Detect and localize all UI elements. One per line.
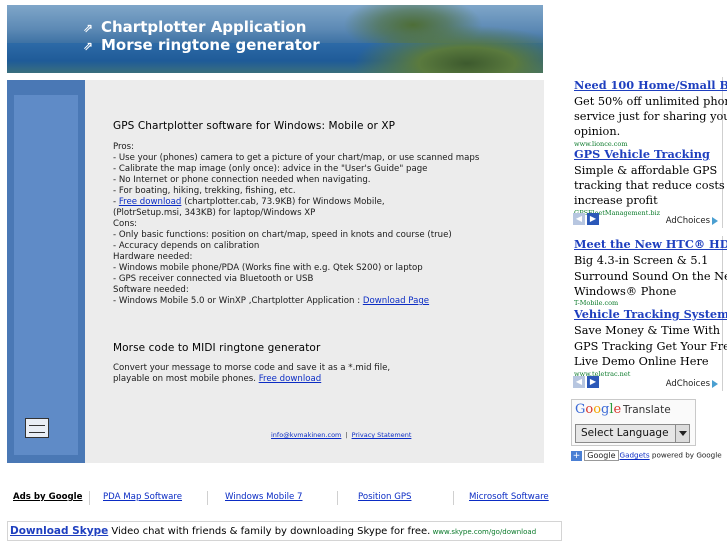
left-sidebar bbox=[7, 80, 85, 463]
ad-body: Big 4.3-in Screen & 5.1 bbox=[574, 254, 709, 267]
ad-block-2: Meet the New HTC® HD7 Big 4.3-in Screen … bbox=[571, 236, 727, 391]
ad-pager: ◀ ▶ bbox=[573, 376, 599, 388]
morse-description: Convert your message to morse code and s… bbox=[113, 363, 391, 373]
arrow-icon: ⇗ bbox=[83, 39, 94, 53]
hardware-line: - GPS receiver connected via Bluetooth o… bbox=[113, 274, 314, 284]
download-page-link[interactable]: Download Page bbox=[363, 296, 429, 306]
gps-heading: GPS Chartplotter software for Windows: M… bbox=[113, 120, 396, 132]
ad-body: tracking that reduce costs & bbox=[574, 179, 727, 192]
google-translate-widget: Google Translate Select Language bbox=[571, 399, 696, 446]
ad-pager: ◀ ▶ bbox=[573, 213, 599, 225]
ad-body: Live Demo Online Here bbox=[574, 355, 709, 368]
gadgets-link[interactable]: Gadgets bbox=[620, 451, 650, 460]
ad-title[interactable]: GPS Vehicle Tracking bbox=[574, 147, 722, 161]
google-gadgets-logo: Google bbox=[584, 450, 619, 461]
gadgets-credit: + Google Gadgets powered by Google bbox=[571, 450, 722, 461]
divider bbox=[89, 491, 90, 505]
footer-links: info@kvmakinen.com | Privacy Statement bbox=[271, 431, 411, 439]
ad-title[interactable]: Vehicle Tracking Systems bbox=[574, 307, 727, 321]
morse-heading: Morse code to MIDI ringtone generator bbox=[113, 342, 321, 354]
pro-line: - For boating, hiking, trekking, fishing… bbox=[113, 186, 296, 196]
morse-description-line2: playable on most mobile phones. Free dow… bbox=[113, 374, 322, 384]
skype-ad-title[interactable]: Download Skype bbox=[10, 525, 108, 537]
email-link[interactable]: info@kvmakinen.com bbox=[271, 431, 341, 439]
ad-block-1: Need 100 Home/Small Biz's Get 50% off un… bbox=[571, 77, 727, 228]
ad-link[interactable]: Microsoft Software bbox=[469, 492, 549, 502]
sidebar-panel bbox=[14, 95, 78, 455]
hardware-line: - Windows mobile phone/PDA (Works fine w… bbox=[113, 263, 423, 273]
divider bbox=[207, 491, 208, 505]
ad-link[interactable]: Windows Mobile 7 bbox=[225, 492, 302, 502]
google-logo: Google bbox=[575, 402, 622, 417]
prev-arrow-icon[interactable]: ◀ bbox=[573, 376, 585, 388]
skype-ad: Download Skype Video chat with friends &… bbox=[7, 521, 562, 541]
skype-ad-url[interactable]: www.skype.com/go/download bbox=[430, 528, 537, 536]
skype-ad-body: Video chat with friends & family by down… bbox=[108, 526, 431, 537]
ads-link-bar: Ads by Google PDA Map Software Windows M… bbox=[7, 491, 567, 505]
pro-line: - No Internet or phone connection needed… bbox=[113, 175, 371, 185]
ad-body: GPS Tracking Get Your Free bbox=[574, 340, 727, 353]
hardware-label: Hardware needed: bbox=[113, 252, 193, 262]
chevron-down-icon bbox=[675, 425, 689, 442]
ad-link[interactable]: Position GPS bbox=[358, 492, 412, 502]
ad-body: increase profit bbox=[574, 194, 658, 207]
software-line: - Windows Mobile 5.0 or WinXP ,Chartplot… bbox=[113, 296, 430, 306]
ad-title[interactable]: Need 100 Home/Small Biz's bbox=[574, 78, 727, 92]
adchoices-icon bbox=[712, 379, 718, 388]
free-download-link[interactable]: Free download bbox=[119, 197, 182, 207]
ad-body: Surround Sound On the New bbox=[574, 270, 727, 283]
ad-body: Simple & affordable GPS bbox=[574, 164, 718, 177]
translate-label: Translate bbox=[623, 404, 671, 416]
nav-link-chartplotter[interactable]: ⇗ Chartplotter Application bbox=[83, 18, 306, 36]
ad-body: Windows® Phone bbox=[574, 285, 677, 298]
adchoices-link[interactable]: AdChoices bbox=[666, 379, 718, 389]
pro-line: - Calibrate the map image (only once): a… bbox=[113, 164, 428, 174]
pros-label: Pros: bbox=[113, 142, 135, 152]
ad-link[interactable]: PDA Map Software bbox=[103, 492, 182, 502]
privacy-link[interactable]: Privacy Statement bbox=[352, 431, 412, 439]
plus-icon[interactable]: + bbox=[571, 450, 582, 461]
cons-label: Cons: bbox=[113, 219, 138, 229]
arrow-icon: ⇗ bbox=[83, 21, 94, 35]
con-line: - Only basic functions: position on char… bbox=[113, 230, 452, 240]
adchoices-link[interactable]: AdChoices bbox=[666, 216, 718, 226]
software-label: Software needed: bbox=[113, 285, 189, 295]
prev-arrow-icon[interactable]: ◀ bbox=[573, 213, 585, 225]
ads-by-google-label[interactable]: Ads by Google bbox=[13, 492, 82, 502]
main-content: GPS Chartplotter software for Windows: M… bbox=[85, 80, 544, 463]
ad-url[interactable]: T-Mobile.com bbox=[574, 299, 722, 307]
pro-line-download: - Free download (chartplotter.cab, 73.9K… bbox=[113, 197, 385, 207]
ad-body: Get 50% off unlimited phone bbox=[574, 95, 727, 108]
ad-body: Save Money & Time With bbox=[574, 324, 721, 337]
site-logo-icon[interactable] bbox=[25, 418, 49, 438]
language-select[interactable]: Select Language bbox=[575, 424, 690, 443]
divider bbox=[337, 491, 338, 505]
pro-line: - Use your (phones) camera to get a pict… bbox=[113, 153, 480, 163]
nav-link-morse[interactable]: ⇗ Morse ringtone generator bbox=[83, 36, 320, 54]
next-arrow-icon[interactable]: ▶ bbox=[587, 376, 599, 388]
adchoices-icon bbox=[712, 216, 718, 225]
pro-line: (PlotrSetup.msi, 343KB) for laptop/Windo… bbox=[113, 208, 316, 218]
ad-body: opinion. bbox=[574, 125, 621, 138]
header-banner: ⇗ Chartplotter Application ⇗ Morse rington… bbox=[7, 5, 543, 73]
morse-free-download-link[interactable]: Free download bbox=[259, 374, 322, 384]
footer-separator: | bbox=[345, 431, 348, 439]
banner-foliage bbox=[353, 25, 543, 73]
ad-body: service just for sharing your bbox=[574, 110, 727, 123]
ad-title[interactable]: Meet the New HTC® HD7 bbox=[574, 237, 727, 251]
con-line: - Accuracy depends on calibration bbox=[113, 241, 260, 251]
divider bbox=[453, 491, 454, 505]
next-arrow-icon[interactable]: ▶ bbox=[587, 213, 599, 225]
